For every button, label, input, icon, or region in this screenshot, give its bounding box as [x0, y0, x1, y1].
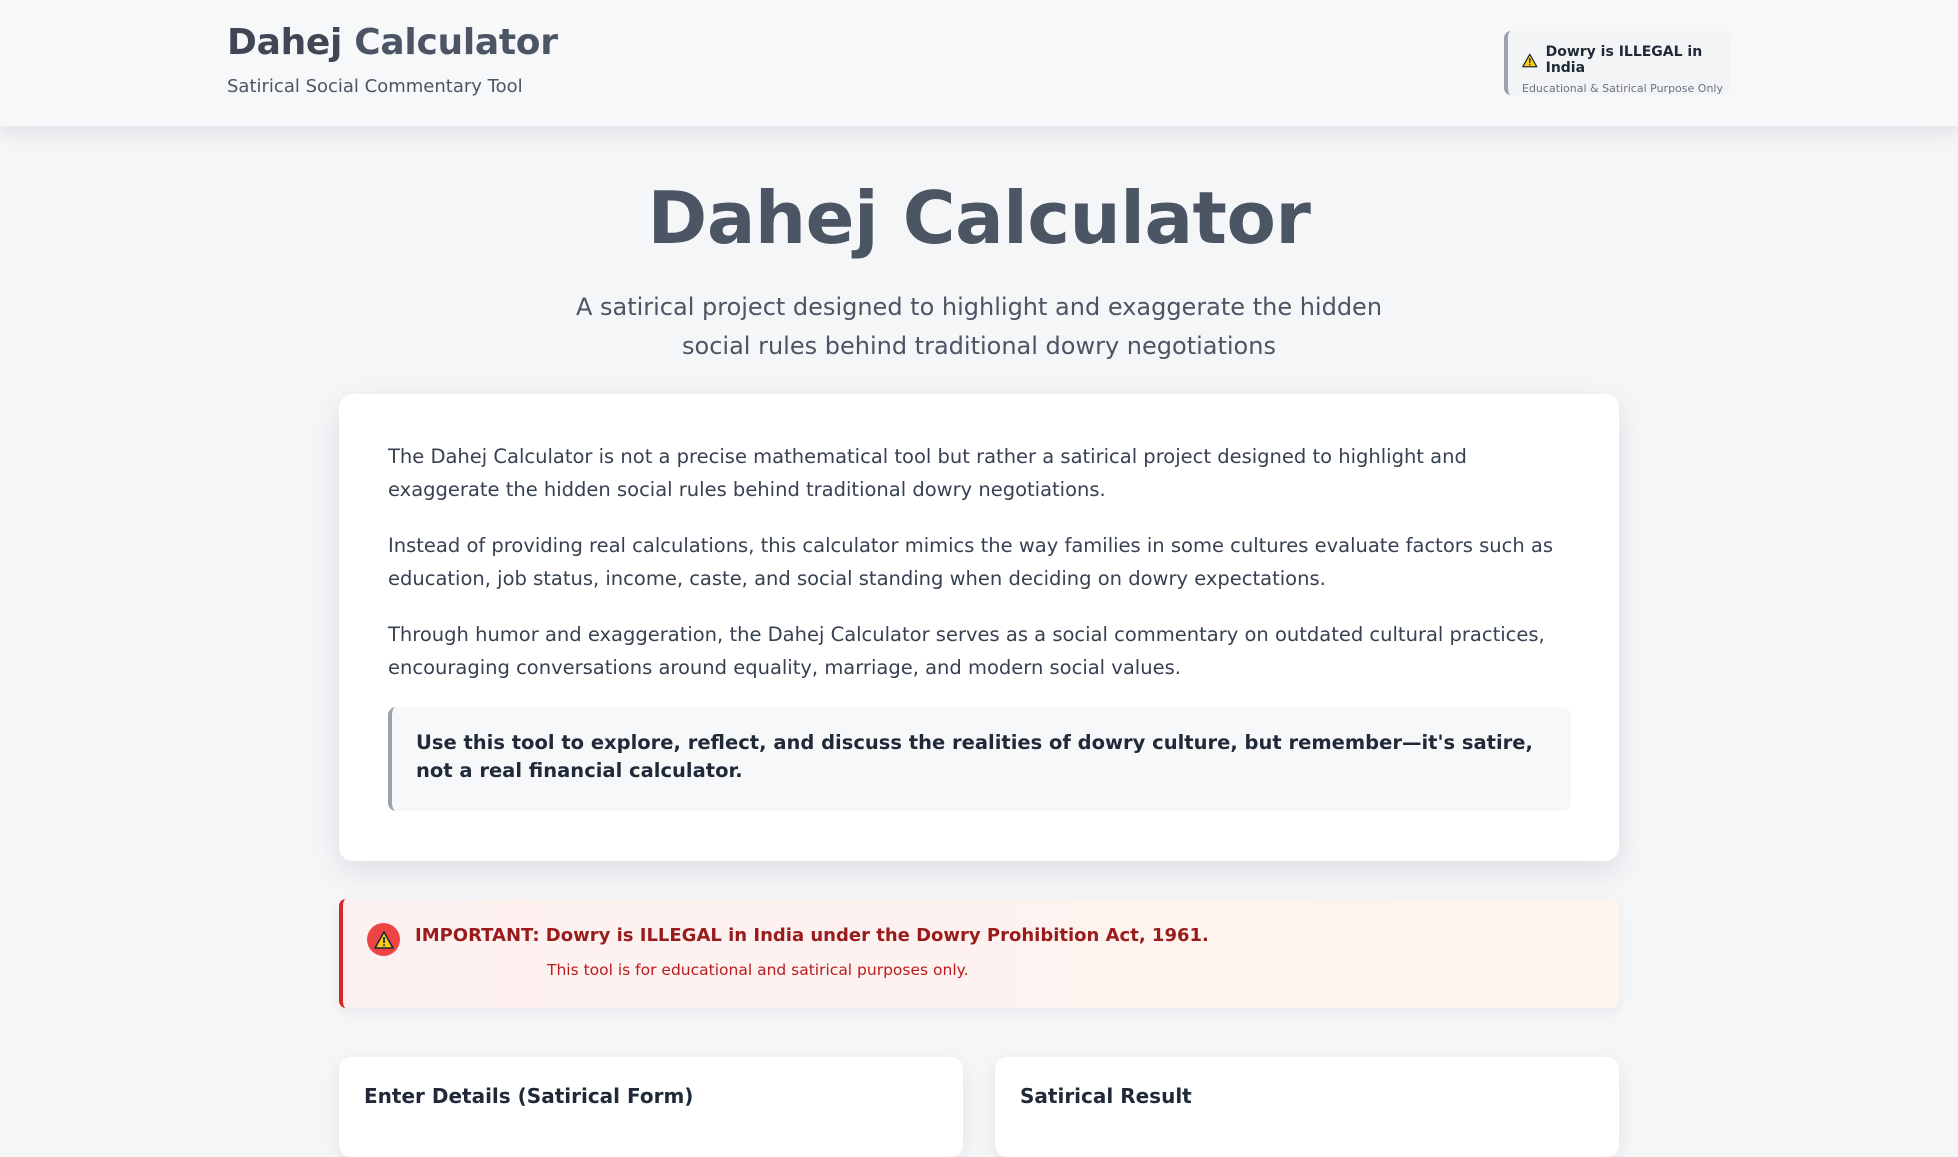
page-title: Dahej Calculator	[647, 176, 1311, 260]
warning-icon	[1522, 53, 1538, 67]
alert-subtitle: This tool is for educational and satiric…	[547, 961, 969, 979]
intro-paragraph-3: Through humor and exaggeration, the Dahe…	[388, 623, 1545, 679]
alert-title: IMPORTANT: Dowry is ILLEGAL in India und…	[415, 925, 1209, 946]
intro-card: The Dahej Calculator is not a precise ma…	[339, 394, 1619, 861]
details-form-title: Enter Details (Satirical Form)	[364, 1084, 694, 1108]
details-form-panel: Enter Details (Satirical Form)	[339, 1057, 963, 1157]
result-panel-title: Satirical Result	[1020, 1084, 1192, 1108]
legal-badge-title: Dowry is ILLEGAL in India	[1545, 44, 1703, 76]
result-panel: Satirical Result	[995, 1057, 1619, 1157]
brand-title-part2: Calculator	[342, 22, 558, 63]
legal-alert-banner: IMPORTANT: Dowry is ILLEGAL in India und…	[339, 899, 1619, 1008]
brand-title-part1: Dahej	[227, 22, 343, 63]
legal-notice-badge: Dowry is ILLEGAL in India Educational & …	[1504, 31, 1730, 95]
brand-tagline: Satirical Social Commentary Tool	[227, 76, 523, 97]
warning-triangle-icon	[373, 930, 394, 949]
alert-warning-icon	[367, 923, 400, 956]
brand-logo-title[interactable]: Dahej Calculator	[227, 22, 558, 63]
intro-paragraph-1: The Dahej Calculator is not a precise ma…	[388, 445, 1467, 501]
legal-badge-subtitle: Educational & Satirical Purpose Only	[1522, 82, 1723, 95]
satire-disclaimer-quote: Use this tool to explore, reflect, and d…	[388, 707, 1571, 811]
page-subtitle: A satirical project designed to highligh…	[575, 293, 1383, 360]
intro-paragraph-2: Instead of providing real calculations, …	[388, 534, 1554, 590]
legal-badge-title-row: Dowry is ILLEGAL in India	[1522, 44, 1730, 76]
site-header: Dahej Calculator Satirical Social Commen…	[0, 0, 1958, 126]
